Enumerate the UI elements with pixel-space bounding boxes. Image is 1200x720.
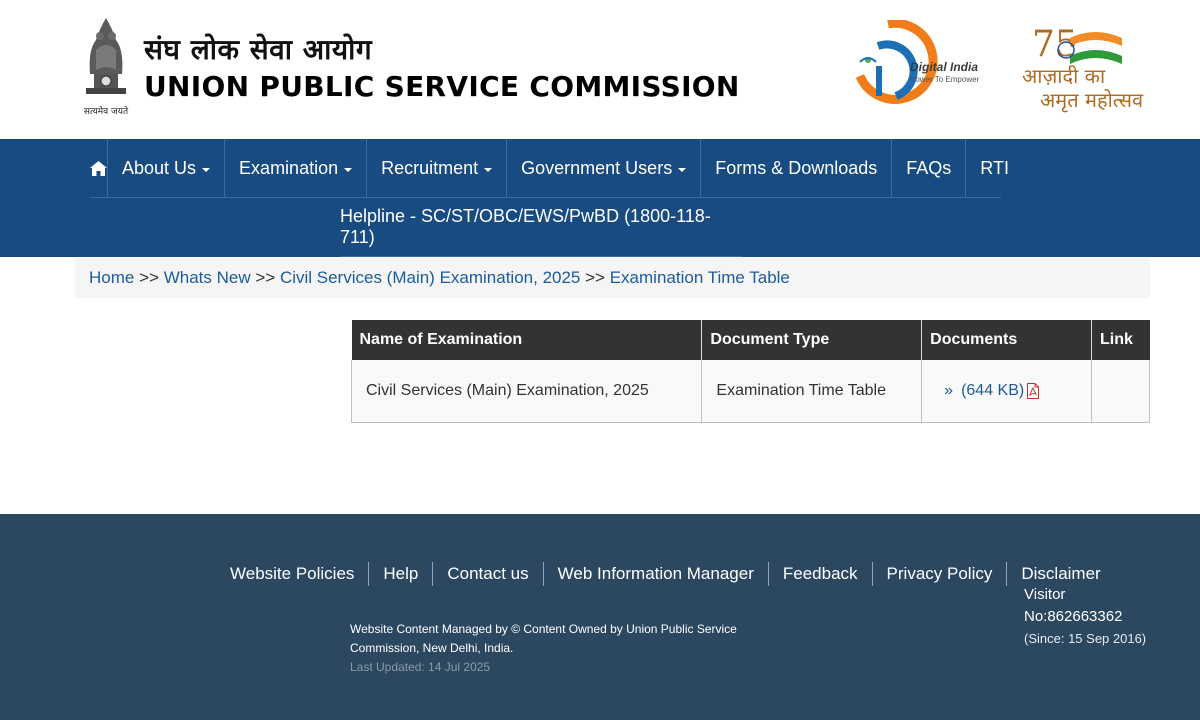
- nav-home[interactable]: [90, 139, 108, 198]
- nav-recruitment[interactable]: Recruitment: [367, 139, 508, 198]
- nav-recruitment-label: Recruitment: [381, 158, 479, 178]
- visitor-number: No:862663362: [1024, 608, 1123, 625]
- nav-faqs[interactable]: FAQs: [892, 139, 967, 198]
- nav-forms-downloads-label: Forms & Downloads: [715, 158, 878, 178]
- nav-about-us-label: About Us: [122, 158, 197, 178]
- footer-links: Website Policies Help Contact us Web Inf…: [230, 562, 1115, 586]
- footer-link-help[interactable]: Help: [369, 562, 434, 586]
- main-navigation: About Us Examination Recruitment Governm…: [0, 139, 1200, 257]
- breadcrumb: Home >> Whats New >> Civil Services (Mai…: [75, 258, 1150, 298]
- emblem-motto: सत्यमेव जयते: [84, 105, 129, 117]
- site-footer: Website Policies Help Contact us Web Inf…: [0, 514, 1200, 720]
- caret-down-icon: [202, 167, 211, 172]
- table-row: Civil Services (Main) Examination, 2025 …: [350, 360, 1151, 423]
- table-header-row: Name of Examination Document Type Docume…: [351, 320, 1150, 360]
- breadcrumb-current[interactable]: Examination Time Table: [610, 268, 790, 287]
- nav-examination[interactable]: Examination: [225, 139, 368, 198]
- exam-name-cell: Civil Services (Main) Examination, 2025: [350, 360, 703, 423]
- breadcrumb-separator: >>: [139, 268, 159, 287]
- azadi-text-line1: आज़ादी का: [1022, 64, 1106, 88]
- site-header: सत्यमेव जयते संघ लोक सेवा आयोग UNION PUB…: [0, 0, 1200, 139]
- site-title-english[interactable]: UNION PUBLIC SERVICE COMMISSION: [144, 70, 740, 103]
- nav-examination-label: Examination: [239, 158, 339, 178]
- footer-last-updated: Last Updated: 14 Jul 2025: [350, 660, 491, 674]
- site-title-hindi[interactable]: संघ लोक सेवा आयोग: [144, 30, 372, 68]
- visitor-counter: Visitor No:862663362 (Since: 15 Sep 2016…: [1024, 584, 1174, 650]
- footer-link-privacy-policy[interactable]: Privacy Policy: [873, 562, 1008, 586]
- footer-link-disclaimer[interactable]: Disclaimer: [1007, 562, 1114, 586]
- breadcrumb-home[interactable]: Home: [89, 268, 134, 287]
- column-header-name: Name of Examination: [351, 320, 703, 360]
- footer-link-web-information-manager[interactable]: Web Information Manager: [544, 562, 769, 586]
- link-cell: [1090, 360, 1151, 423]
- nav-government-users-label: Government Users: [521, 158, 673, 178]
- nav-menu: About Us Examination Recruitment Governm…: [90, 139, 1009, 198]
- footer-link-feedback[interactable]: Feedback: [769, 562, 873, 586]
- column-header-documents: Documents: [921, 320, 1092, 360]
- breadcrumb-separator: >>: [255, 268, 276, 287]
- column-header-document-type: Document Type: [701, 320, 923, 360]
- caret-down-icon: [344, 167, 353, 172]
- breadcrumb-exam[interactable]: Civil Services (Main) Examination, 2025: [280, 268, 580, 287]
- nav-about-us[interactable]: About Us: [108, 139, 226, 198]
- footer-content-info: Website Content Managed by © Content Own…: [350, 622, 737, 655]
- nav-faqs-label: FAQs: [906, 158, 952, 178]
- helpline-link[interactable]: Helpline - SC/ST/OBC/EWS/PwBD (1800-118-…: [340, 198, 742, 257]
- bullet-icon: »: [944, 381, 954, 399]
- document-download-link[interactable]: (644 KB): [961, 382, 1024, 399]
- breadcrumb-whats-new[interactable]: Whats New: [164, 268, 251, 287]
- caret-down-icon: [678, 167, 687, 172]
- nav-rti[interactable]: RTI: [966, 139, 1023, 198]
- documents-table: Name of Examination Document Type Docume…: [350, 320, 1151, 423]
- column-header-link: Link: [1091, 320, 1150, 360]
- azadi-text-line2: अमृत महोत्सव: [1040, 88, 1144, 112]
- nav-government-users[interactable]: Government Users: [507, 139, 702, 198]
- home-icon: [90, 161, 107, 176]
- visitor-label: Visitor: [1024, 586, 1066, 603]
- breadcrumb-separator: >>: [585, 268, 605, 287]
- digital-india-tagline: Power To Empower: [910, 75, 980, 84]
- document-cell: » (644 KB): [921, 360, 1092, 423]
- caret-down-icon: [484, 167, 493, 172]
- doc-type-cell: Examination Time Table: [701, 360, 923, 423]
- national-emblem-icon[interactable]: सत्यमेव जयते: [76, 10, 136, 122]
- nav-rti-label: RTI: [980, 158, 1009, 178]
- visitor-since: (Since: 15 Sep 2016): [1024, 631, 1147, 646]
- digital-india-title: Digital India: [910, 60, 979, 74]
- nav-forms-downloads[interactable]: Forms & Downloads: [701, 139, 893, 198]
- pdf-icon[interactable]: [1027, 382, 1040, 399]
- footer-link-website-policies[interactable]: Website Policies: [230, 562, 370, 586]
- footer-link-contact-us[interactable]: Contact us: [433, 562, 544, 586]
